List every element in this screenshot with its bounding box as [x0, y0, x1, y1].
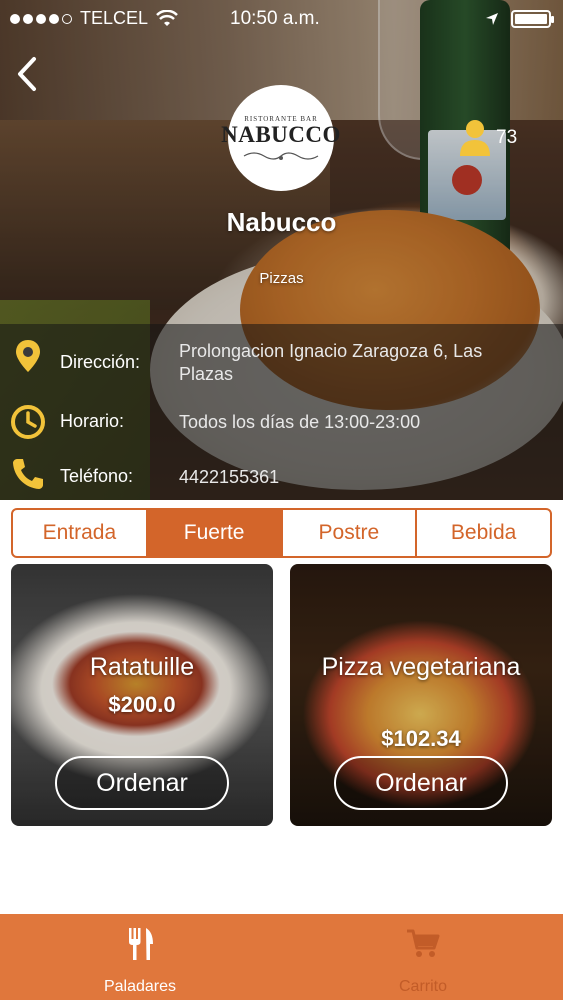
order-button[interactable]: Ordenar	[55, 756, 229, 810]
location-arrow-icon	[486, 13, 498, 25]
battery-icon	[511, 10, 554, 28]
hours-label: Horario:	[60, 411, 125, 431]
chevron-left-icon	[18, 57, 36, 91]
dish-card[interactable]: Ratatuille $200.0 Ordenar	[11, 564, 273, 826]
back-button[interactable]	[10, 54, 44, 94]
bottom-nav: Paladares Carrito	[0, 914, 563, 1000]
nav-item-paladares[interactable]: Paladares	[0, 914, 280, 1000]
menu-category-tabs: Entrada Fuerte Postre Bebida	[11, 508, 552, 558]
nav-item-carrito[interactable]: Carrito	[283, 914, 563, 1000]
tab-bebida[interactable]: Bebida	[417, 510, 550, 556]
restaurant-category: Pizzas	[259, 270, 304, 287]
dish-card[interactable]: Pizza vegetariana $102.34 Ordenar	[290, 564, 552, 826]
status-bar: TELCEL 10:50 a.m.	[0, 0, 563, 36]
tab-postre[interactable]: Postre	[283, 510, 418, 556]
tab-entrada[interactable]: Entrada	[13, 510, 148, 556]
address-label: Dirección:	[60, 352, 141, 372]
logo-text: NABUCCO	[221, 121, 341, 147]
phone-label: Teléfono:	[60, 466, 134, 486]
address-value: Prolongacion Ignacio Zaragoza 6, Las Pla…	[179, 341, 483, 384]
dish-name: Pizza vegetariana	[321, 653, 521, 681]
clock-icon	[11, 405, 45, 439]
followers-counter[interactable]: 73	[458, 118, 517, 158]
restaurant-info-panel: Dirección: Prolongacion Ignacio Zaragoza…	[0, 324, 563, 500]
tab-fuerte[interactable]: Fuerte	[147, 510, 283, 556]
fork-knife-icon	[129, 928, 153, 960]
nav-label: Carrito	[398, 978, 447, 995]
hero-banner: TELCEL 10:50 a.m. RISTORANTE BAR NABUCCO	[0, 0, 563, 500]
nav-label: Paladares	[103, 978, 177, 995]
phone-value[interactable]: 4422155361	[179, 466, 519, 489]
phone-icon	[13, 459, 43, 489]
wifi-icon	[156, 9, 178, 26]
user-icon	[460, 120, 490, 156]
cart-icon	[407, 929, 440, 957]
location-pin-icon	[16, 340, 40, 372]
order-button[interactable]: Ordenar	[334, 756, 508, 810]
followers-count: 73	[496, 127, 518, 148]
carrier-label: TELCEL	[80, 8, 149, 28]
status-time: 10:50 a.m.	[230, 8, 320, 29]
restaurant-name: Nabucco	[226, 207, 337, 237]
dish-price: $102.34	[381, 726, 461, 751]
logo-ornament-icon	[243, 151, 319, 160]
dish-price: $200.0	[108, 692, 176, 717]
hours-value: Todos los días de 13:00-23:00	[179, 412, 421, 432]
dish-name: Ratatuille	[89, 653, 195, 681]
restaurant-logo: RISTORANTE BAR NABUCCO	[221, 85, 340, 191]
signal-icon	[10, 13, 72, 24]
